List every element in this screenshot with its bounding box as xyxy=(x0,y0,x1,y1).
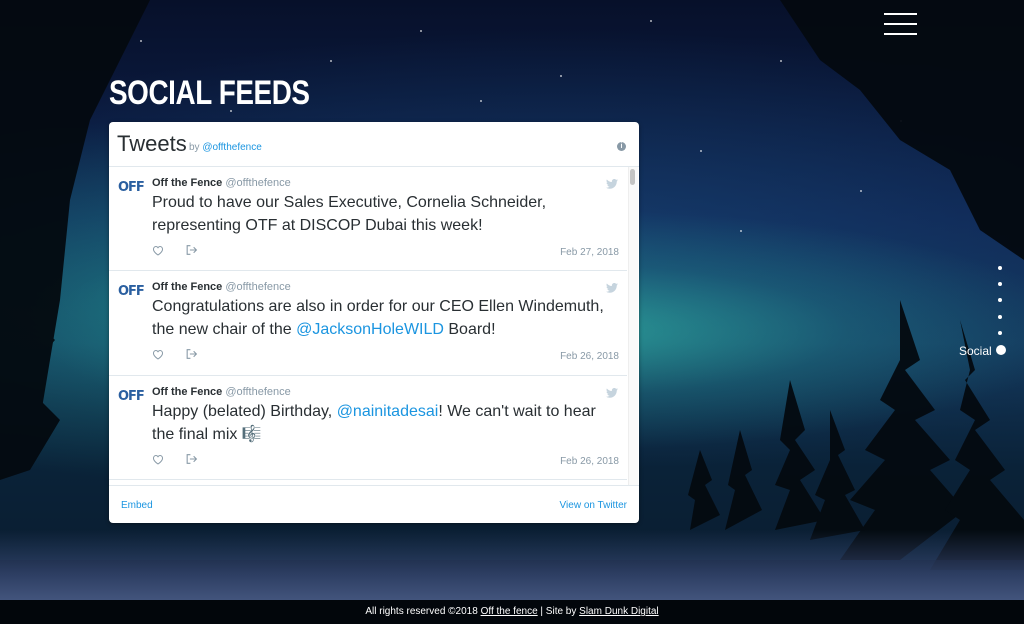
twitter-timeline-widget: Tweets by @offthefence i OFF Off the Fen… xyxy=(109,122,639,523)
section-dot[interactable] xyxy=(998,315,1002,319)
widget-by: by @offthefence xyxy=(189,142,262,153)
tweet-text: Happy (belated) Birthday, @nainitadesai!… xyxy=(152,400,607,446)
tweet-date[interactable]: Feb 26, 2018 xyxy=(560,456,619,467)
widget-handle-link[interactable]: @offthefence xyxy=(202,142,261,153)
embed-link[interactable]: Embed xyxy=(121,500,153,511)
section-dot[interactable] xyxy=(998,331,1002,335)
mention-link[interactable]: @JacksonHoleWILD xyxy=(296,321,444,338)
author-handle: @offthefence xyxy=(225,177,291,189)
tweet-list: OFF Off the Fence @offthefence Proud to … xyxy=(109,167,627,485)
hamburger-menu-icon[interactable] xyxy=(884,13,917,35)
view-on-twitter-link[interactable]: View on Twitter xyxy=(560,500,627,511)
section-nav-active-label[interactable]: Social xyxy=(959,344,992,358)
copyright-text: All rights reserved ©2018 xyxy=(365,606,478,617)
author-name: Off the Fence xyxy=(152,281,223,293)
music-score-emoji: 🎼 xyxy=(241,426,262,443)
off-the-fence-link[interactable]: Off the fence xyxy=(481,606,538,617)
heart-icon[interactable] xyxy=(152,349,164,360)
tweet-item[interactable]: OFF Off the Fence @offthefence Congratul… xyxy=(109,271,627,376)
section-dot[interactable] xyxy=(998,298,1002,302)
tweet-item[interactable]: OFF Off the Fence @offthefence Proud to … xyxy=(109,167,627,271)
avatar[interactable]: OFF xyxy=(118,180,146,196)
page-title: SOCIAL FEEDS xyxy=(109,74,310,112)
twitter-bird-icon[interactable] xyxy=(606,179,618,189)
tweet-author[interactable]: Off the Fence @offthefence xyxy=(152,386,291,398)
mention-link[interactable]: @nainitadesai xyxy=(337,403,439,420)
tweet-text-before: Happy (belated) Birthday, xyxy=(152,403,337,420)
section-dot[interactable] xyxy=(998,282,1002,286)
twitter-bird-icon[interactable] xyxy=(606,283,618,293)
avatar[interactable]: OFF xyxy=(118,389,146,405)
info-icon[interactable]: i xyxy=(617,142,626,151)
tweet-text: Congratulations are also in order for ou… xyxy=(152,295,607,341)
tweet-author[interactable]: Off the Fence @offthefence xyxy=(152,177,291,189)
tweet-text-after: Board! xyxy=(443,321,496,338)
widget-title: Tweets xyxy=(117,131,187,156)
tweet-author[interactable]: Off the Fence @offthefence xyxy=(152,281,291,293)
heart-icon[interactable] xyxy=(152,454,164,465)
author-name: Off the Fence xyxy=(152,177,223,189)
avatar[interactable]: OFF xyxy=(118,284,146,300)
tweet-date[interactable]: Feb 27, 2018 xyxy=(560,247,619,258)
widget-footer: Embed View on Twitter xyxy=(109,485,639,523)
slam-dunk-digital-link[interactable]: Slam Dunk Digital xyxy=(579,606,658,617)
by-prefix: by xyxy=(189,142,200,153)
tweet-date[interactable]: Feb 26, 2018 xyxy=(560,351,619,362)
widget-header: Tweets by @offthefence i xyxy=(109,122,639,167)
section-dot-active[interactable] xyxy=(996,345,1006,355)
author-name: Off the Fence xyxy=(152,386,223,398)
heart-icon[interactable] xyxy=(152,245,164,256)
scrollbar-thumb[interactable] xyxy=(630,169,635,185)
section-dot[interactable] xyxy=(998,266,1002,270)
site-footer: All rights reserved ©2018 Off the fence … xyxy=(0,600,1024,624)
snow-ground xyxy=(0,530,1024,600)
author-handle: @offthefence xyxy=(225,281,291,293)
tweet-text: Proud to have our Sales Executive, Corne… xyxy=(152,194,547,234)
author-handle: @offthefence xyxy=(225,386,291,398)
share-icon[interactable] xyxy=(185,244,198,256)
scrollbar-track[interactable] xyxy=(628,167,638,485)
tweet-item[interactable]: OFF Off the Fence @offthefence Happy (be… xyxy=(109,376,627,480)
twitter-bird-icon[interactable] xyxy=(606,388,618,398)
share-icon[interactable] xyxy=(185,453,198,465)
footer-separator: | Site by xyxy=(540,606,577,617)
share-icon[interactable] xyxy=(185,348,198,360)
